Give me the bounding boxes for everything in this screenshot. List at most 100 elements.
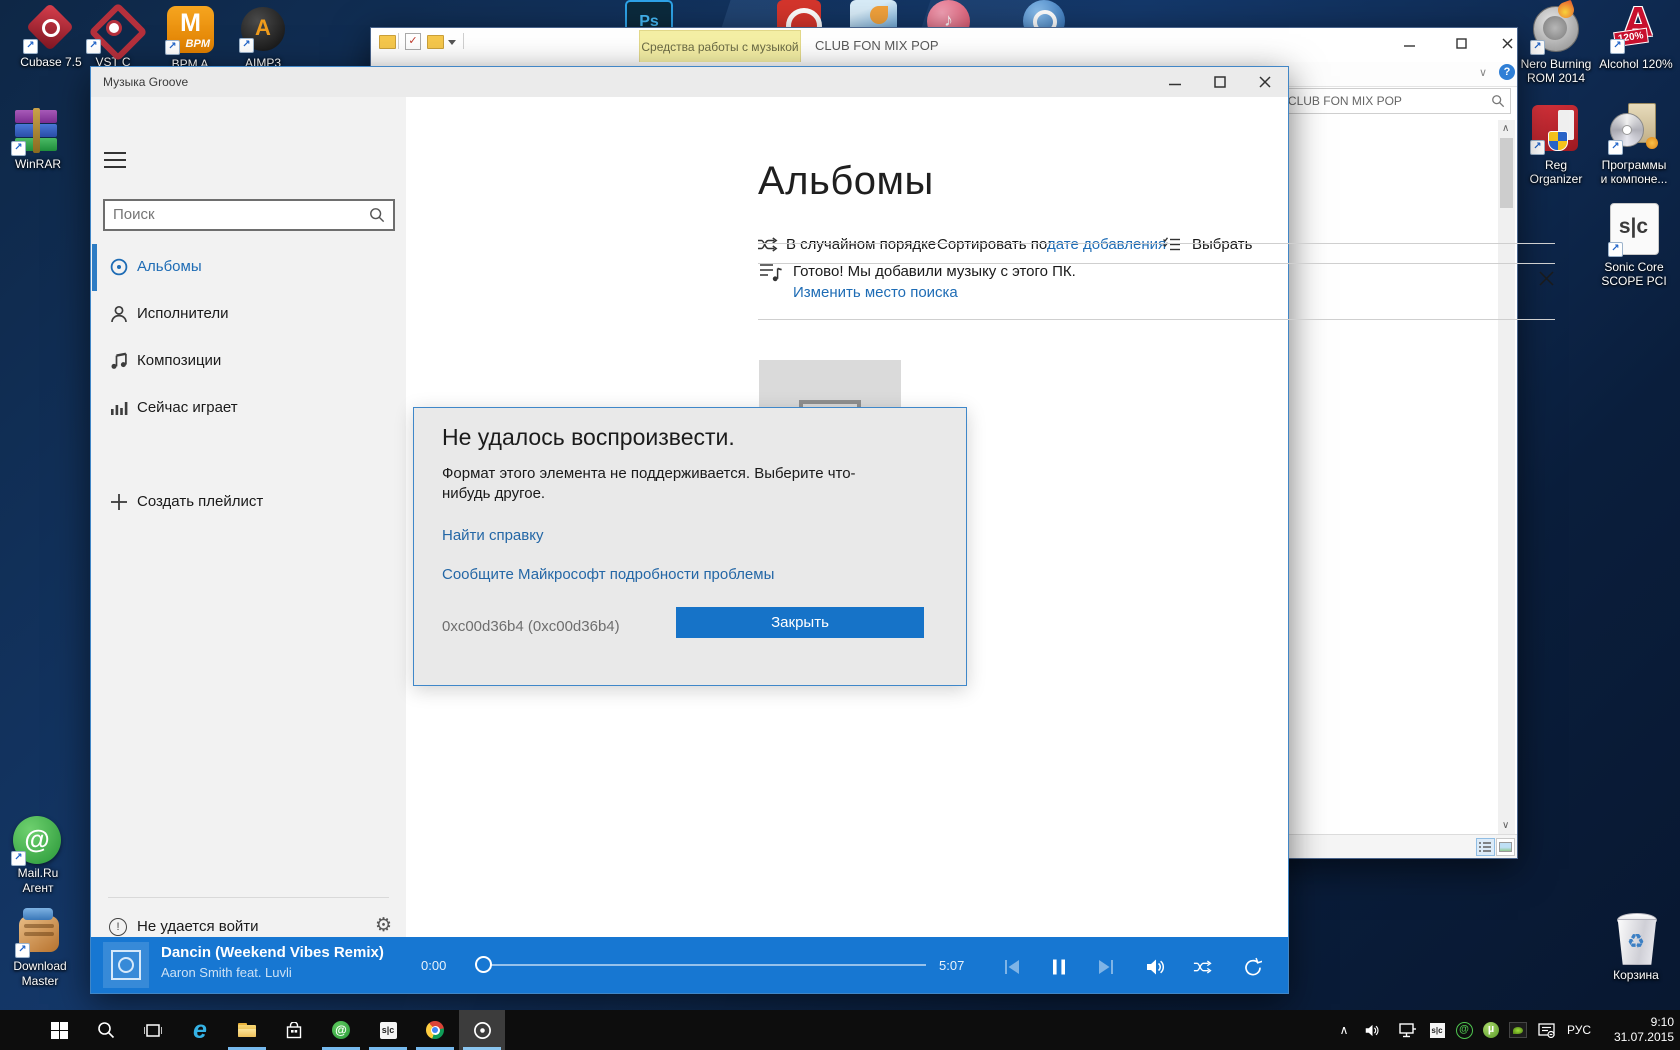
nero-desktop-icon[interactable]: ↗ (1530, 0, 1580, 55)
change-search-location-link[interactable]: Изменить место поиска (793, 284, 958, 301)
desktop-icon-label[interactable]: Sonic Core (1584, 260, 1680, 274)
language-indicator[interactable]: РУС (1562, 1010, 1596, 1050)
cubase-desktop-icon[interactable]: ↗ (23, 2, 75, 54)
desktop-icon-label[interactable]: и компоне... (1584, 172, 1680, 186)
alcohol-desktop-icon[interactable]: A 120% ↗ (1610, 0, 1660, 54)
track-artist[interactable]: Aaron Smith feat. Luvli (161, 965, 292, 980)
explorer-close-button[interactable] (1491, 28, 1523, 58)
thumbnail-view-button[interactable] (1496, 838, 1515, 856)
mailru-agent-desktop-icon[interactable]: @ ↗ (11, 816, 63, 866)
utorrent-glyph: µ (1483, 1022, 1499, 1038)
pause-icon[interactable] (1049, 957, 1069, 977)
sidebar-item-artists[interactable]: Исполнители (91, 291, 406, 338)
winrar-desktop-icon[interactable]: ↗ (11, 108, 61, 156)
ribbon-collapse-chevron-icon[interactable]: ∨ (1479, 66, 1487, 79)
help-icon[interactable]: ? (1499, 64, 1515, 80)
seek-slider-track[interactable] (477, 964, 926, 966)
desktop-icon-label[interactable]: SCOPE PCI (1584, 274, 1680, 288)
aimp3-desktop-icon[interactable]: A ↗ (239, 7, 285, 53)
sonic-core-taskbar-icon[interactable]: s|c (365, 1010, 411, 1050)
repeat-icon[interactable] (1242, 957, 1262, 977)
gear-icon[interactable]: ⚙ (375, 914, 392, 937)
sidebar-item-now-playing[interactable]: Сейчас играет (91, 385, 406, 432)
checkmark-doc-icon[interactable]: ✓ (405, 33, 421, 50)
shuffle-all-button[interactable]: В случайном порядке (786, 236, 936, 253)
now-playing-thumbnail[interactable] (103, 942, 149, 988)
scroll-up-icon[interactable]: ∧ (1502, 123, 1509, 134)
desktop-icon-label[interactable]: WinRAR (0, 157, 76, 171)
tray-nvidia-icon[interactable] (1507, 1010, 1529, 1050)
explorer-titlebar[interactable]: ✓ (371, 28, 1517, 58)
edge-taskbar-icon[interactable]: e (177, 1010, 223, 1050)
scrollbar[interactable]: ∧ ∨ (1498, 120, 1515, 834)
track-title[interactable]: Dancin (Weekend Vibes Remix) (161, 944, 384, 961)
list-view-button[interactable] (1476, 838, 1495, 856)
chrome-taskbar-icon[interactable] (412, 1010, 458, 1050)
desktop-icon-label[interactable]: Mail.Ru (0, 866, 86, 880)
close-dialog-button[interactable]: Закрыть (676, 607, 924, 638)
report-problem-link[interactable]: Сообщите Майкрософт подробности проблемы (442, 566, 774, 583)
equalizer-bars-icon (111, 402, 128, 415)
shuffle-icon[interactable] (1193, 957, 1213, 977)
task-view-button[interactable] (130, 1010, 176, 1050)
explorer-minimize-button[interactable] (1393, 28, 1425, 58)
desktop-icon-label[interactable]: Программы (1584, 158, 1680, 172)
search-icon[interactable] (1491, 94, 1505, 108)
tray-volume-icon[interactable] (1360, 1010, 1384, 1050)
groove-close-button[interactable] (1249, 67, 1281, 97)
file-explorer-taskbar-icon[interactable] (224, 1010, 270, 1050)
folder-icon[interactable] (379, 35, 396, 49)
tray-expand-chevron-icon[interactable]: ∧ (1334, 1010, 1354, 1050)
programs-components-desktop-icon[interactable]: ↗ (1608, 103, 1660, 155)
desktop-icon-label[interactable]: ROM 2014 (1506, 71, 1606, 85)
shuffle-icon[interactable] (757, 237, 779, 252)
store-taskbar-icon[interactable] (271, 1010, 317, 1050)
groove-taskbar-icon[interactable] (459, 1010, 505, 1050)
recycle-bin-desktop-icon[interactable]: ♻ (1613, 913, 1659, 965)
groove-search-box[interactable]: Поиск (103, 199, 395, 231)
mailru-agent-taskbar-icon[interactable]: @ (318, 1010, 364, 1050)
qat-dropdown-icon[interactable] (448, 40, 456, 45)
start-button[interactable] (36, 1010, 82, 1050)
tray-network-icon[interactable] (1396, 1010, 1420, 1050)
search-icon[interactable] (369, 207, 385, 223)
reg-organizer-desktop-icon[interactable]: ↗ (1530, 105, 1580, 155)
previous-track-icon[interactable] (1002, 957, 1022, 977)
tray-sonic-core-icon[interactable]: s|c (1426, 1010, 1448, 1050)
desktop-icon-label[interactable]: Master (0, 974, 88, 988)
desktop-icon-label[interactable]: Корзина (1586, 968, 1680, 982)
groove-maximize-button[interactable] (1204, 67, 1236, 97)
hamburger-menu-icon[interactable] (104, 152, 126, 168)
ribbon-tab-music-tools[interactable]: Средства работы с музыкой (639, 30, 801, 64)
next-track-icon[interactable] (1096, 957, 1116, 977)
scroll-down-icon[interactable]: ∨ (1502, 820, 1509, 831)
sidebar-item-albums[interactable]: Альбомы (91, 244, 406, 291)
sort-value-link[interactable]: дате добавления (1047, 236, 1166, 253)
tray-mailru-icon[interactable]: @ (1453, 1010, 1475, 1050)
clock[interactable]: 9:10 31.07.2015 (1600, 1015, 1674, 1045)
volume-icon[interactable] (1146, 957, 1166, 977)
desktop-icon-label[interactable]: Агент (0, 881, 86, 895)
bpm-analyzer-desktop-icon[interactable]: M BPM ↗ (165, 6, 214, 55)
groove-titlebar[interactable]: Музыка Groove (91, 67, 1288, 97)
groove-minimize-button[interactable] (1159, 67, 1191, 97)
sonic-core-desktop-icon[interactable]: s|c ↗ (1608, 203, 1659, 257)
sidebar-item-songs[interactable]: Композиции (91, 338, 406, 385)
get-help-link[interactable]: Найти справку (442, 527, 543, 544)
taskbar-search-button[interactable] (83, 1010, 129, 1050)
folder-icon[interactable] (427, 35, 444, 49)
create-playlist-button[interactable]: Создать плейлист (91, 479, 406, 526)
thumb-disc-frame (111, 950, 141, 980)
dismiss-notice-close-icon[interactable] (1539, 271, 1554, 286)
desktop-icon-label[interactable]: Download (0, 959, 88, 973)
download-master-desktop-icon[interactable]: ↗ (15, 906, 63, 958)
scrollbar-thumb[interactable] (1500, 138, 1513, 208)
seek-slider-knob[interactable] (475, 956, 492, 973)
desktop-icon-label[interactable]: Alcohol 120% (1586, 57, 1680, 71)
select-button[interactable]: Выбрать (1192, 236, 1252, 253)
explorer-maximize-button[interactable] (1445, 28, 1477, 58)
tray-action-center-icon[interactable] (1534, 1010, 1558, 1050)
vst-connect-desktop-icon[interactable]: ↗ (86, 2, 148, 62)
select-checklist-icon[interactable] (1163, 237, 1180, 252)
tray-utorrent-icon[interactable]: µ (1480, 1010, 1502, 1050)
